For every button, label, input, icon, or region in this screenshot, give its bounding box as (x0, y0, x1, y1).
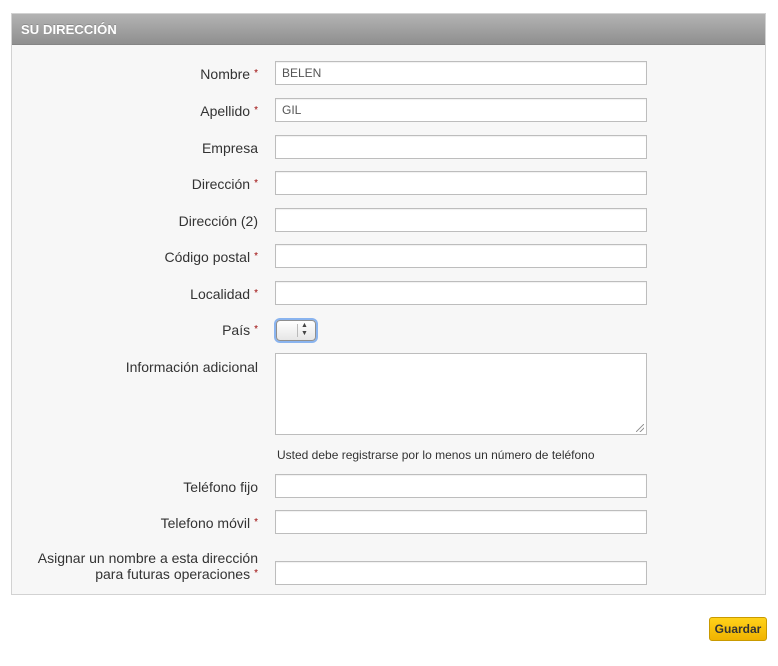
required-marker: * (254, 178, 258, 189)
info-adicional-label: Información adicional (125, 359, 258, 375)
info-adicional-textarea[interactable] (275, 353, 647, 435)
phone-requirement-note: Usted debe registrarse por lo menos un n… (277, 448, 595, 462)
panel-title: SU DIRECCIÓN (21, 22, 117, 37)
telefono-fijo-label: Teléfono fijo (183, 479, 258, 495)
updown-arrows-icon: ▲ ▼ (301, 322, 308, 337)
required-marker: * (254, 568, 258, 579)
alias-label: Asignar un nombre a esta dirección para f… (37, 550, 258, 582)
required-marker: * (254, 68, 258, 79)
direccion-input[interactable] (275, 171, 647, 195)
codigo-postal-label: Código postal * (164, 249, 258, 265)
nombre-label: Nombre * (200, 66, 258, 82)
localidad-input[interactable] (275, 281, 647, 305)
required-marker: * (254, 105, 258, 116)
apellido-input[interactable]: GIL (275, 98, 647, 122)
nombre-input[interactable]: BELEN (275, 61, 647, 85)
direccion2-label: Dirección (2) (178, 213, 258, 229)
panel-header: SU DIRECCIÓN (12, 14, 765, 45)
empresa-label: Empresa (201, 140, 258, 156)
address-panel: SU DIRECCIÓN Nombre * BELEN Apellido * GIL… (11, 13, 766, 595)
select-separator (297, 324, 298, 337)
pais-label: País * (222, 322, 258, 338)
pais-select[interactable]: ▲ ▼ (276, 320, 316, 341)
required-marker: * (254, 288, 258, 299)
direccion2-input[interactable] (275, 208, 647, 232)
telefono-movil-label: Telefono móvil * (160, 515, 258, 531)
apellido-label: Apellido * (200, 103, 258, 119)
telefono-fijo-input[interactable] (275, 474, 647, 498)
telefono-movil-input[interactable] (275, 510, 647, 534)
required-marker: * (254, 251, 258, 262)
codigo-postal-input[interactable] (275, 244, 647, 268)
empresa-input[interactable] (275, 135, 647, 159)
alias-input[interactable] (275, 561, 647, 585)
localidad-label: Localidad * (190, 286, 258, 302)
required-marker: * (254, 324, 258, 335)
save-button[interactable]: Guardar (709, 617, 767, 641)
resize-grip-icon[interactable] (636, 424, 644, 432)
direccion-label: Dirección * (191, 176, 258, 192)
required-marker: * (254, 517, 258, 528)
